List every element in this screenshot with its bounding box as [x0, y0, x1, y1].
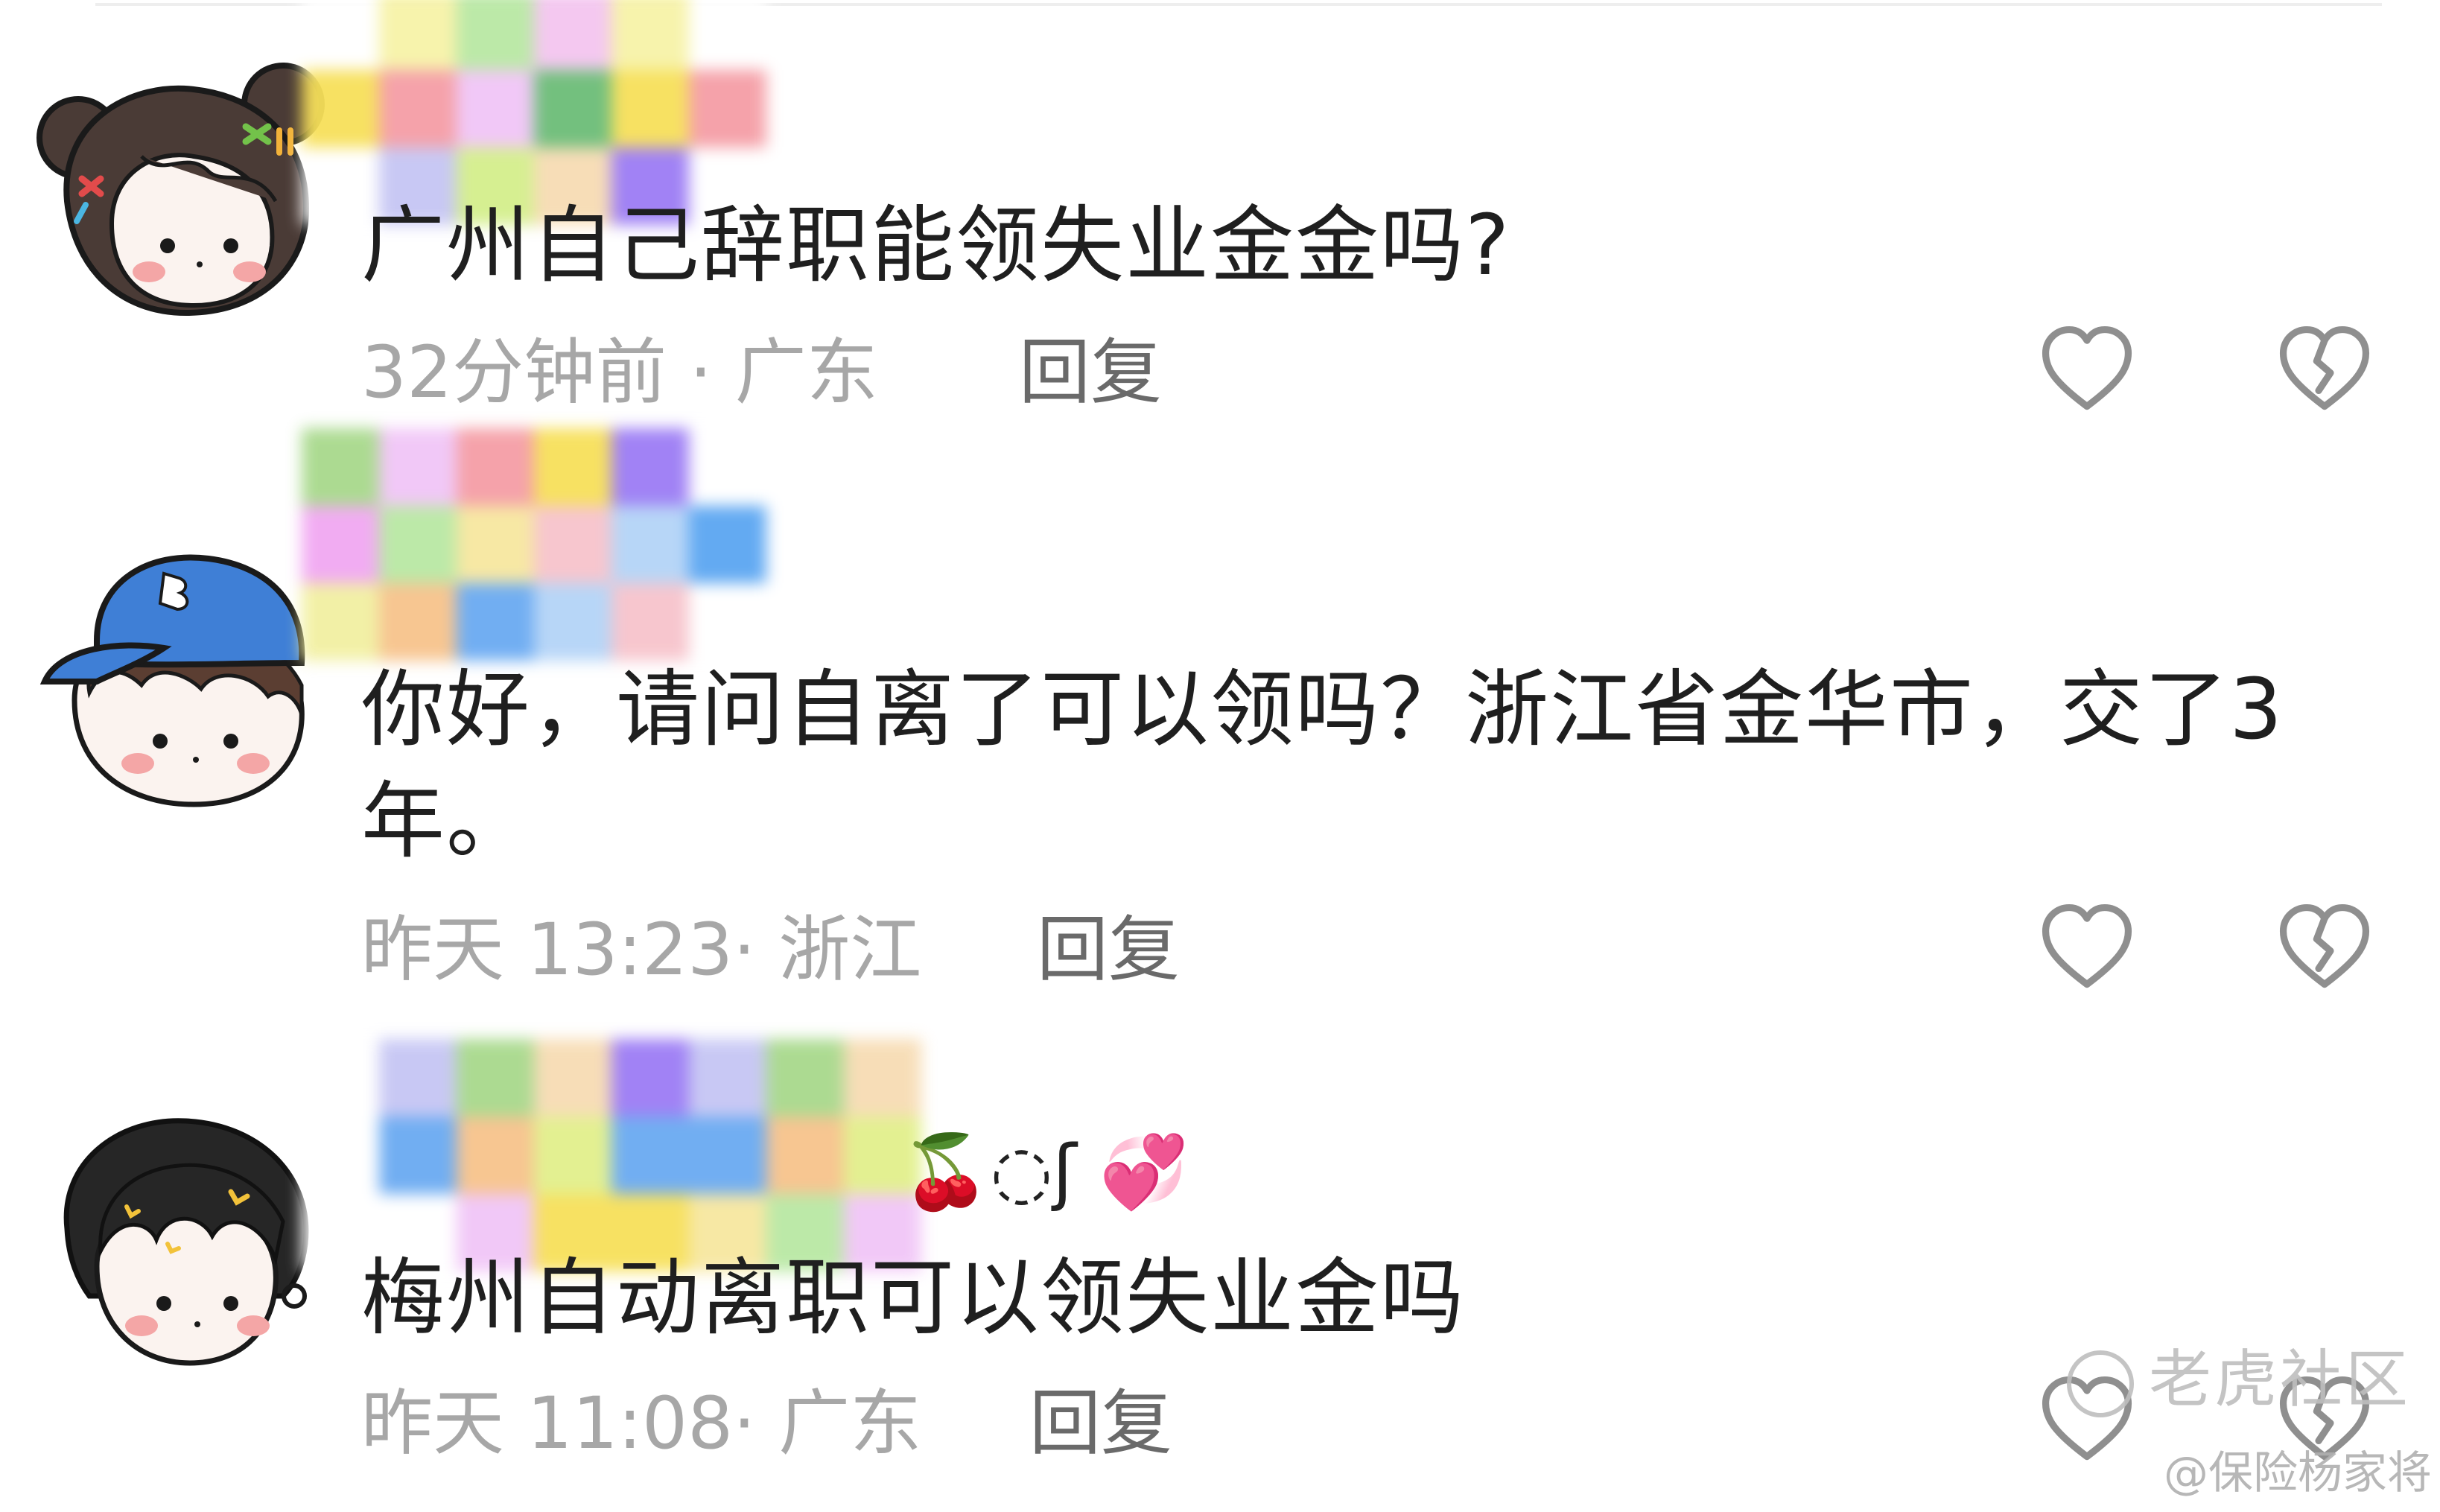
avatar[interactable] [15, 1080, 343, 1408]
comment-time: 昨天 11:08 [361, 1382, 734, 1465]
broken-heart-icon [2279, 903, 2370, 988]
comment-text: 广州自己辞职能领失业金金吗? [361, 197, 1511, 294]
dislike-button[interactable] [2275, 900, 2374, 998]
dislike-button[interactable] [2275, 322, 2374, 420]
comment-meta: 32分钟前 · 广东 [361, 337, 878, 408]
username-blurred[interactable] [302, 428, 766, 661]
comment-location: 广东 [734, 331, 878, 414]
watermark-logo: 老虎社区 [2067, 1348, 2411, 1418]
watermark-credit: @保险杨家将 [2164, 1447, 2432, 1499]
reply-button[interactable]: 回复 [1037, 914, 1180, 985]
comment-meta: 昨天 11:08· 广东 [361, 1388, 921, 1459]
avatar-boy-cap-icon [39, 554, 305, 807]
like-button[interactable] [2038, 900, 2136, 998]
comment-time: 32分钟前 [361, 331, 667, 414]
username-blurred[interactable] [302, 0, 766, 225]
reply-button[interactable]: 回复 [1029, 1388, 1172, 1459]
comment-location: 浙江 [778, 908, 922, 991]
comment-meta: 昨天 13:23· 浙江 [361, 914, 921, 985]
like-button[interactable] [2038, 322, 2136, 420]
heart-outline-icon [2042, 903, 2132, 988]
comment-location: 广东 [778, 1382, 922, 1465]
meta-separator: · [733, 908, 779, 991]
avatar-boy-dark-hair-icon [63, 1118, 309, 1366]
tiger-logo-icon [2067, 1350, 2134, 1418]
heart-outline-icon [2042, 325, 2132, 410]
comment-time: 昨天 13:23 [361, 908, 734, 991]
username-blurred[interactable] [302, 1039, 921, 1271]
comment-text: 梅州自动离职可以领失业金吗 [361, 1250, 1465, 1347]
avatar[interactable] [15, 30, 343, 358]
comment-text: 你好，请问自离了可以领吗？浙江省金华市，交了3年。 [361, 661, 2284, 870]
meta-separator: · [667, 331, 735, 414]
meta-separator: · [733, 1382, 779, 1465]
reply-button[interactable]: 回复 [1019, 337, 1162, 408]
avatar[interactable] [15, 514, 343, 842]
username-emoji-suffix: 🍒◌ʃ 💞 [901, 1130, 1189, 1213]
broken-heart-icon [2279, 325, 2370, 410]
watermark-logo-text: 老虎社区 [2149, 1343, 2412, 1416]
avatar-girl-buns-icon [36, 63, 325, 317]
